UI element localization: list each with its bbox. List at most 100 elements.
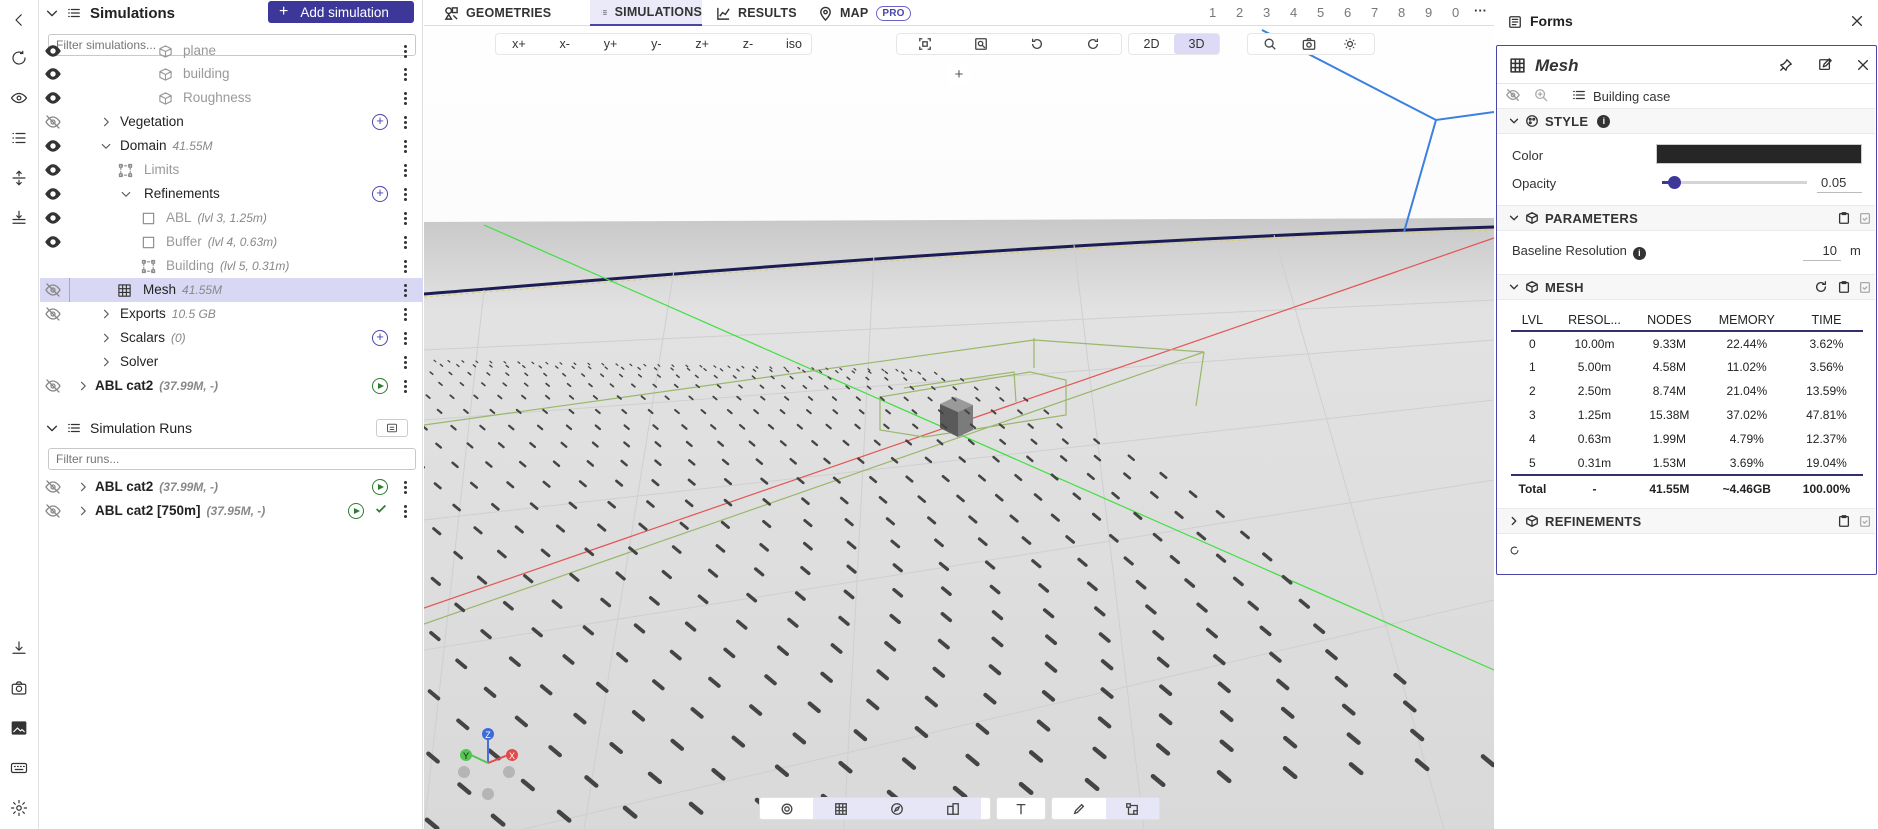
- refinements-section-header[interactable]: REFINEMENTS: [1497, 508, 1875, 534]
- camera-icon[interactable]: [7, 676, 31, 700]
- download-icon[interactable]: [7, 636, 31, 660]
- add-simulation-button[interactable]: + Add simulation: [268, 1, 414, 23]
- more-options-icon[interactable]: [399, 185, 411, 203]
- clipboard-check-icon[interactable]: [1858, 211, 1872, 225]
- clipboard-check-icon[interactable]: [1858, 514, 1872, 528]
- view-z-plus[interactable]: z+: [679, 34, 725, 54]
- eye-off-icon[interactable]: [44, 305, 62, 323]
- eye-icon[interactable]: [7, 86, 31, 110]
- tree-item-limits[interactable]: Limits: [40, 158, 423, 182]
- eye-off-icon[interactable]: [44, 502, 62, 520]
- view-y-minus[interactable]: y-: [633, 34, 679, 54]
- more-options-icon[interactable]: [399, 502, 411, 520]
- eye-icon[interactable]: [44, 185, 62, 203]
- bookmark-1[interactable]: 1: [1209, 5, 1216, 20]
- target-icon[interactable]: [760, 798, 813, 819]
- eye-off-icon[interactable]: [44, 113, 62, 131]
- rotate-left-icon[interactable]: [1009, 34, 1065, 54]
- parameters-section-header[interactable]: PARAMETERS: [1497, 205, 1875, 231]
- more-options-icon[interactable]: [399, 281, 411, 299]
- bookmark-6[interactable]: 6: [1344, 5, 1351, 20]
- settings-icon[interactable]: [7, 796, 31, 820]
- pencil-icon[interactable]: [1052, 798, 1106, 819]
- add-icon[interactable]: +: [372, 330, 388, 346]
- align-vertical-icon[interactable]: [7, 166, 31, 190]
- eye-off-icon[interactable]: [44, 478, 62, 496]
- lighting-icon[interactable]: [1326, 34, 1374, 54]
- mesh-section-header[interactable]: MESH: [1497, 274, 1875, 300]
- info-icon[interactable]: i: [1597, 114, 1611, 128]
- close-icon[interactable]: [1850, 14, 1864, 28]
- run-item[interactable]: ABL cat2 (37.99M, -): [40, 475, 423, 499]
- chevron-down-icon[interactable]: [45, 421, 59, 435]
- style-section-header[interactable]: STYLE i: [1497, 108, 1875, 134]
- align-bottom-icon[interactable]: [7, 206, 31, 230]
- view-z-minus[interactable]: z-: [725, 34, 771, 54]
- screenshot-icon[interactable]: [1291, 34, 1326, 54]
- refresh-icon[interactable]: [1814, 280, 1828, 294]
- refresh-icon[interactable]: [7, 46, 31, 70]
- bookmark-2[interactable]: 2: [1236, 5, 1243, 20]
- chevron-down-icon[interactable]: [45, 6, 59, 20]
- clipboard-check-icon[interactable]: [1858, 280, 1872, 294]
- runs-toggle-button[interactable]: [376, 419, 408, 437]
- bookmark-4[interactable]: 4: [1290, 5, 1297, 20]
- keyboard-icon[interactable]: [7, 756, 31, 780]
- more-options-icon[interactable]: [399, 65, 411, 83]
- zoom-selection-icon[interactable]: [953, 34, 1009, 54]
- opacity-slider-track[interactable]: [1662, 176, 1807, 189]
- more-options-icon[interactable]: [399, 89, 411, 107]
- tree-item-vegetation[interactable]: Vegetation +: [40, 110, 423, 134]
- compass-icon[interactable]: [869, 798, 925, 819]
- tree-item-refinements[interactable]: Refinements +: [40, 182, 423, 206]
- run-item[interactable]: ABL cat2 [750m] (37.95M, -): [40, 499, 423, 523]
- eye-off-icon[interactable]: [44, 377, 62, 395]
- list-icon[interactable]: [7, 126, 31, 150]
- view-y-plus[interactable]: y+: [588, 34, 634, 54]
- eye-icon[interactable]: [44, 233, 62, 251]
- opacity-slider-handle[interactable]: [1668, 176, 1682, 189]
- close-card-icon[interactable]: [1856, 58, 1870, 72]
- view-x-plus[interactable]: x+: [496, 34, 542, 54]
- more-options-icon[interactable]: [399, 257, 411, 275]
- pin-icon[interactable]: [1779, 58, 1793, 72]
- eye-icon[interactable]: [44, 65, 62, 83]
- view-iso[interactable]: iso: [777, 34, 811, 54]
- eye-off-icon[interactable]: [44, 281, 62, 299]
- play-icon[interactable]: [372, 378, 388, 394]
- chevron-down-icon[interactable]: [99, 139, 113, 153]
- more-options-icon[interactable]: [399, 377, 411, 395]
- fit-view-icon[interactable]: [897, 34, 953, 54]
- tree-item-domain[interactable]: Domain 41.55M: [40, 134, 423, 158]
- tree-item-scalars[interactable]: Scalars (0) +: [40, 326, 423, 350]
- info-icon[interactable]: i: [1632, 247, 1646, 260]
- tree-item-roughness[interactable]: Roughness: [40, 86, 423, 110]
- eye-icon[interactable]: [44, 209, 62, 227]
- more-options-icon[interactable]: [399, 305, 411, 323]
- play-icon[interactable]: [348, 503, 364, 519]
- tree-item-building[interactable]: building: [40, 62, 423, 86]
- tab-geometries[interactable]: GEOMETRIES: [438, 0, 557, 26]
- more-options-icon[interactable]: [399, 209, 411, 227]
- eye-icon[interactable]: [44, 161, 62, 179]
- eye-icon[interactable]: [44, 137, 62, 155]
- chevron-right-icon[interactable]: [99, 331, 113, 345]
- mode-2d-button[interactable]: 2D: [1129, 34, 1174, 54]
- more-options-icon[interactable]: [399, 113, 411, 131]
- color-swatch[interactable]: [1656, 144, 1862, 164]
- 3d-scene[interactable]: Z X Y: [424, 0, 1494, 829]
- buildings-icon[interactable]: [925, 798, 981, 819]
- chevron-right-icon[interactable]: [76, 504, 90, 518]
- measure-icon[interactable]: [1105, 798, 1159, 819]
- bookmark-5[interactable]: 5: [1317, 5, 1324, 20]
- tree-item-building[interactable]: Building (lvl 5, 0.31m): [40, 254, 423, 278]
- bookmark-3[interactable]: 3: [1263, 5, 1270, 20]
- tree-item-abl-cat2[interactable]: ABL cat2 (37.99M, -): [40, 374, 423, 398]
- chevron-right-icon[interactable]: [99, 355, 113, 369]
- tree-item-plane[interactable]: plane: [40, 39, 423, 63]
- bookmark-0[interactable]: 0: [1452, 5, 1459, 20]
- clipboard-icon[interactable]: [1837, 211, 1851, 225]
- back-icon[interactable]: [7, 8, 31, 32]
- add-icon[interactable]: +: [372, 186, 388, 202]
- edit-icon[interactable]: [1818, 58, 1832, 72]
